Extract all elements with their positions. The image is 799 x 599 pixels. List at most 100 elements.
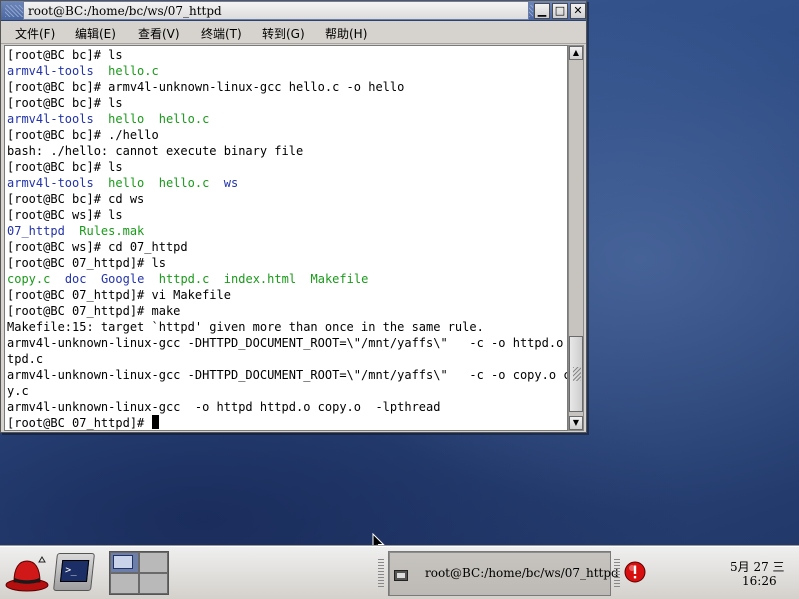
window-titlebar[interactable]: root@BC:/home/bc/ws/07_httpd ▁ □ ✕ [1, 1, 586, 21]
close-button[interactable]: ✕ [570, 3, 586, 19]
terminal-text: armv4l-tools [7, 176, 94, 190]
terminal-text: index.html [223, 272, 297, 286]
redhat-menu-icon[interactable] [4, 554, 50, 594]
titlebar-grip-icon [5, 5, 23, 17]
menu-file[interactable]: 文件(F) [15, 25, 55, 42]
titlebar-grip-right-icon [529, 5, 533, 17]
terminal-text: armv4l-unknown-linux-gcc -DHTTPD_DOCUMEN… [7, 336, 568, 350]
terminal-line: [root@BC 07_httpd]# vi Makefile [7, 287, 567, 303]
terminal-text: [root@BC bc]# ls [7, 96, 123, 110]
clock-time[interactable]: 16:26 [742, 574, 777, 588]
terminal-text: Makefile:15: target `httpd' given more t… [7, 320, 484, 334]
scroll-thumb[interactable] [569, 336, 583, 412]
terminal-line: [root@BC 07_httpd]# make [7, 303, 567, 319]
tasklist-handle[interactable] [378, 557, 384, 587]
terminal-text: armv4l-unknown-linux-gcc -DHTTPD_DOCUMEN… [7, 368, 568, 382]
task-button-terminal[interactable]: root@BC:/home/bc/ws/07_httpd [388, 551, 619, 596]
terminal-text: ws [223, 176, 239, 190]
terminal-line: armv4l-tools hello hello.c ws [7, 175, 567, 191]
terminal-line: [root@BC ws]# ls [7, 207, 567, 223]
menubar: 文件(F) 编辑(E) 查看(V) 终端(T) 转到(G) 帮助(H) [1, 22, 586, 44]
terminal-window: root@BC:/home/bc/ws/07_httpd ▁ □ ✕ 文件(F)… [0, 0, 587, 433]
menu-help[interactable]: 帮助(H) [325, 25, 367, 42]
terminal-text: [root@BC bc]# ls [7, 48, 123, 62]
terminal-line: tpd.c [7, 351, 567, 367]
scroll-up-button[interactable]: ▲ [569, 46, 583, 60]
terminal-text: [root@BC bc]# ls [7, 160, 123, 174]
menu-view[interactable]: 查看(V) [138, 25, 180, 42]
terminal-launcher-icon[interactable]: >_ [53, 553, 95, 591]
terminal-prompt: [root@BC 07_httpd]# [7, 416, 152, 430]
workspace-1[interactable] [110, 552, 139, 573]
terminal-line: [root@BC bc]# ls [7, 95, 567, 111]
update-alert-icon[interactable] [624, 561, 646, 583]
terminal-text: Makefile [310, 272, 369, 286]
terminal-output[interactable]: [root@BC bc]# ls armv4l-tools hello.c [roo… [4, 45, 568, 431]
terminal-line: [root@BC bc]# cd ws [7, 191, 567, 207]
terminal-line: armv4l-unknown-linux-gcc -o httpd httpd.… [7, 399, 567, 415]
task-window-icon [394, 570, 408, 581]
clock-date[interactable]: 5月 27 三 [730, 558, 785, 575]
terminal-line: bash: ./hello: cannot execute binary fil… [7, 143, 567, 159]
menu-terminal[interactable]: 终端(T) [201, 25, 242, 42]
scroll-down-button[interactable]: ▼ [569, 416, 583, 430]
terminal-line: [root@BC bc]# armv4l-unknown-linux-gcc h… [7, 79, 567, 95]
terminal-line: Makefile:15: target `httpd' given more t… [7, 319, 567, 335]
maximize-button[interactable]: □ [552, 3, 568, 19]
terminal-line: 07_httpd Rules.mak [7, 223, 567, 239]
terminal-cursor [151, 415, 159, 429]
terminal-line: y.c [7, 383, 567, 399]
workspace-3[interactable] [110, 573, 139, 594]
terminal-line: [root@BC bc]# ls [7, 47, 567, 63]
terminal-text: hello [108, 112, 145, 126]
workspace-4[interactable] [139, 573, 168, 594]
terminal-text: Rules.mak [79, 224, 145, 238]
terminal-text: y.c [7, 384, 29, 398]
terminal-text: httpd.c [158, 272, 210, 286]
terminal-text: hello [108, 176, 145, 190]
terminal-line: [root@BC bc]# ./hello [7, 127, 567, 143]
workspace-pager[interactable] [109, 551, 169, 595]
terminal-text: [root@BC 07_httpd]# make [7, 304, 181, 318]
tray-handle[interactable] [614, 557, 620, 587]
terminal-text: [root@BC 07_httpd]# vi Makefile [7, 288, 231, 302]
terminal-text: [root@BC bc]# cd ws [7, 192, 145, 206]
terminal-text: tpd.c [7, 352, 44, 366]
terminal-text: armv4l-tools [7, 64, 94, 78]
terminal-launcher-screen: >_ [59, 560, 90, 582]
window-title: root@BC:/home/bc/ws/07_httpd [23, 1, 529, 20]
terminal-text: doc [64, 272, 87, 286]
terminal-line: copy.c doc Google httpd.c index.html Mak… [7, 271, 567, 287]
terminal-line: armv4l-tools hello.c [7, 63, 567, 79]
terminal-text: [root@BC ws]# cd 07_httpd [7, 240, 188, 254]
terminal-text: bash: ./hello: cannot execute binary fil… [7, 144, 304, 158]
terminal-text: armv4l-unknown-linux-gcc -o httpd httpd.… [7, 400, 441, 414]
taskbar: >_ root@BC:/home/bc/ws/07_httpd 5月 27 三 … [0, 546, 799, 599]
terminal-line: armv4l-tools hello hello.c [7, 111, 567, 127]
task-button-label: root@BC:/home/bc/ws/07_httpd [425, 566, 619, 580]
terminal-line: [root@BC ws]# cd 07_httpd [7, 239, 567, 255]
terminal-text: hello.c [108, 64, 159, 78]
workspace-2[interactable] [139, 552, 168, 573]
terminal-line: armv4l-unknown-linux-gcc -DHTTPD_DOCUMEN… [7, 367, 567, 383]
terminal-prompt-line[interactable]: [root@BC 07_httpd]# [7, 415, 567, 430]
terminal-text: [root@BC bc]# ./hello [7, 128, 159, 142]
terminal-text: copy.c [7, 272, 51, 286]
menu-edit[interactable]: 编辑(E) [75, 25, 116, 42]
terminal-text: hello.c [158, 112, 210, 126]
terminal-text: [root@BC ws]# ls [7, 208, 123, 222]
minimize-button[interactable]: ▁ [534, 3, 550, 19]
terminal-scrollbar[interactable]: ▲ ▼ [568, 45, 584, 431]
workspace-1-window [113, 555, 133, 569]
terminal-text: [root@BC 07_httpd]# ls [7, 256, 166, 270]
menu-goto[interactable]: 转到(G) [262, 25, 305, 42]
